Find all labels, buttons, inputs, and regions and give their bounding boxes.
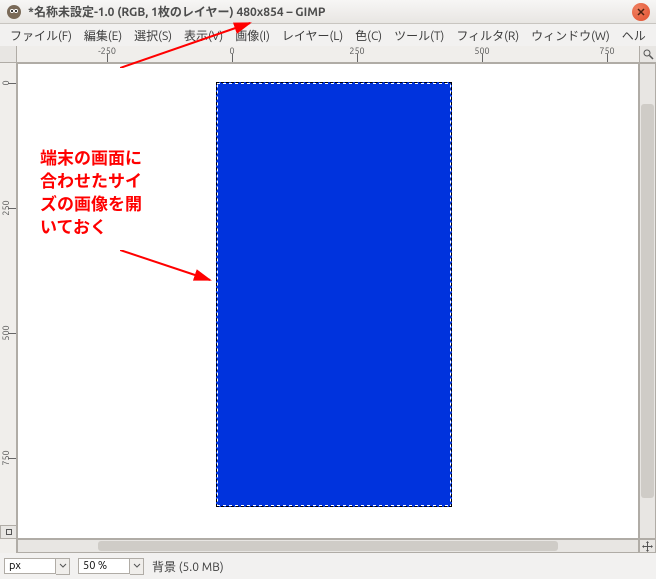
gimp-app-icon [6,4,22,20]
ruler-horizontal[interactable]: -250 0 250 500 750 [17,46,639,63]
unit-dropdown[interactable] [56,558,70,575]
menu-select[interactable]: 選択(S) [128,25,178,46]
unit-selector[interactable] [4,558,70,575]
menu-edit[interactable]: 編集(E) [78,25,128,46]
chevron-down-icon [133,563,141,569]
close-icon [637,8,645,16]
ruler-vertical[interactable]: 0 250 500 750 [0,63,17,553]
menu-color[interactable]: 色(C) [349,25,388,46]
menu-tool[interactable]: ツール(T) [388,25,450,46]
menu-help[interactable]: ヘル [616,25,652,46]
chevron-down-icon [59,563,67,569]
menu-view[interactable]: 表示(V) [178,25,229,46]
scrollbar-v-thumb[interactable] [641,104,654,498]
menu-window[interactable]: ウィンドウ(W) [525,25,616,46]
zoom-selector[interactable] [78,558,144,575]
canvas-viewport[interactable] [17,63,639,539]
zoom-toggle-button[interactable] [639,46,656,63]
menu-image[interactable]: 画像(I) [229,25,276,46]
unit-field[interactable] [4,558,56,574]
titlebar: *名称未設定-1.0 (RGB, 1枚のレイヤー) 480x854 – GIMP [0,0,656,24]
menubar: ファイル(F) 編集(E) 選択(S) 表示(V) 画像(I) レイヤー(L) … [0,24,656,46]
quickmask-toggle[interactable] [0,525,17,539]
zoom-icon [643,49,654,60]
statusbar: 背景 (5.0 MB) [0,553,656,579]
quickmask-icon [6,529,12,535]
menu-file[interactable]: ファイル(F) [4,25,78,46]
move-icon [642,541,653,552]
scrollbar-vertical[interactable] [639,63,656,539]
window-title: *名称未設定-1.0 (RGB, 1枚のレイヤー) 480x854 – GIMP [28,3,632,20]
menu-filter[interactable]: フィルタ(R) [450,25,525,46]
zoom-dropdown[interactable] [130,558,144,575]
scrollbar-horizontal[interactable] [17,539,639,553]
layer-info: 背景 (5.0 MB) [152,558,224,575]
menu-layer[interactable]: レイヤー(L) [276,25,349,46]
close-button[interactable] [632,3,650,21]
scrollbar-h-thumb[interactable] [98,541,558,551]
zoom-field[interactable] [78,558,130,574]
ruler-origin-corner[interactable] [0,46,17,63]
navigation-button[interactable] [639,539,656,553]
canvas-image[interactable] [216,82,452,507]
